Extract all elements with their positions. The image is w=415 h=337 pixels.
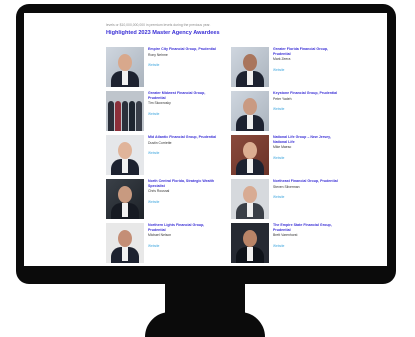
intro-text: levels or $10,000,000,000 in premium lev… — [106, 23, 211, 27]
awardee-card: Northern Lights Financial Group, Prudent… — [106, 223, 221, 263]
website-link[interactable]: Website — [273, 107, 345, 111]
awardee-office: Greater Florida Financial Group, Prudent… — [273, 47, 329, 56]
website-link[interactable]: Website — [273, 244, 345, 248]
awardee-card: Greater Florida Financial Group, Prudent… — [231, 47, 346, 87]
awardee-card: National Life Group – New Jersey, Nation… — [231, 135, 346, 175]
awardee-card: Northeast Financial Group, Prudential St… — [231, 179, 346, 219]
monitor-frame: levels or $10,000,000,000 in premium lev… — [16, 4, 396, 284]
awardee-office: Empire City Financial Group, Prudential — [148, 47, 216, 51]
awardee-card: North Central Florida, Strategic Wealth … — [106, 179, 221, 219]
monitor-neck — [165, 283, 245, 313]
website-link[interactable]: Website — [148, 112, 220, 116]
awardee-name: Chris Rousnal — [148, 189, 170, 194]
awardee-photo — [106, 179, 144, 219]
website-link[interactable]: Website — [273, 195, 345, 199]
awardee-card: Mid Atlantic Financial Group, Prudential… — [106, 135, 221, 175]
awardee-name: Tim Skowrosky — [148, 101, 171, 106]
awardee-office: The Empire State Financial Group, Pruden… — [273, 223, 332, 232]
awardee-name: Brett Varenhorst — [273, 233, 298, 238]
website-link[interactable]: Website — [148, 151, 220, 155]
awardee-office: North Central Florida, Strategic Wealth … — [148, 179, 215, 188]
awardee-name: Mike Maeso — [273, 145, 292, 150]
awardee-photo — [106, 223, 144, 263]
awardee-photo — [231, 135, 269, 175]
awardee-name: Dustin Corriette — [148, 140, 172, 145]
awardee-office: Keystone Financial Group, Prudential — [273, 91, 338, 95]
awardee-photo — [231, 179, 269, 219]
screen: levels or $10,000,000,000 in premium lev… — [24, 13, 387, 266]
awardee-office: National Life Group – New Jersey, Nation… — [273, 135, 331, 144]
website-link[interactable]: Website — [148, 63, 220, 67]
awardee-name: Rony Nehme — [148, 52, 168, 57]
awardee-office: Greater Midwest Financial Group, Prudent… — [148, 91, 206, 100]
awardee-photo — [106, 91, 144, 131]
awardee-office: Northeast Financial Group, Prudential — [273, 179, 338, 183]
awardee-card: The Empire State Financial Group, Pruden… — [231, 223, 346, 263]
awardee-card: Keystone Financial Group, Prudential Pet… — [231, 91, 346, 131]
website-link[interactable]: Website — [273, 68, 345, 72]
awardee-card: Greater Midwest Financial Group, Prudent… — [106, 91, 221, 131]
website-link[interactable]: Website — [148, 244, 220, 248]
awardee-name: Steven Silverman — [273, 184, 300, 189]
awardee-grid: Empire City Financial Group, Prudential … — [106, 47, 346, 263]
awardee-photo — [106, 47, 144, 87]
awardee-office: Mid Atlantic Financial Group, Prudential — [148, 135, 217, 139]
awardee-name: Peter Yadeh — [273, 96, 292, 101]
awardee-photo — [231, 223, 269, 263]
awardee-office: Northern Lights Financial Group, Prudent… — [148, 223, 205, 232]
monitor-stand — [145, 312, 265, 337]
awardee-name: Mark Zeera — [273, 57, 291, 62]
page-heading: Highlighted 2023 Master Agency Awardees — [106, 30, 220, 36]
awardee-photo — [106, 135, 144, 175]
awardee-card: Empire City Financial Group, Prudential … — [106, 47, 221, 87]
awardee-photo — [231, 91, 269, 131]
awardee-name: Michael Nelson — [148, 233, 172, 238]
awardee-photo — [231, 47, 269, 87]
website-link[interactable]: Website — [148, 200, 220, 204]
website-link[interactable]: Website — [273, 156, 345, 160]
